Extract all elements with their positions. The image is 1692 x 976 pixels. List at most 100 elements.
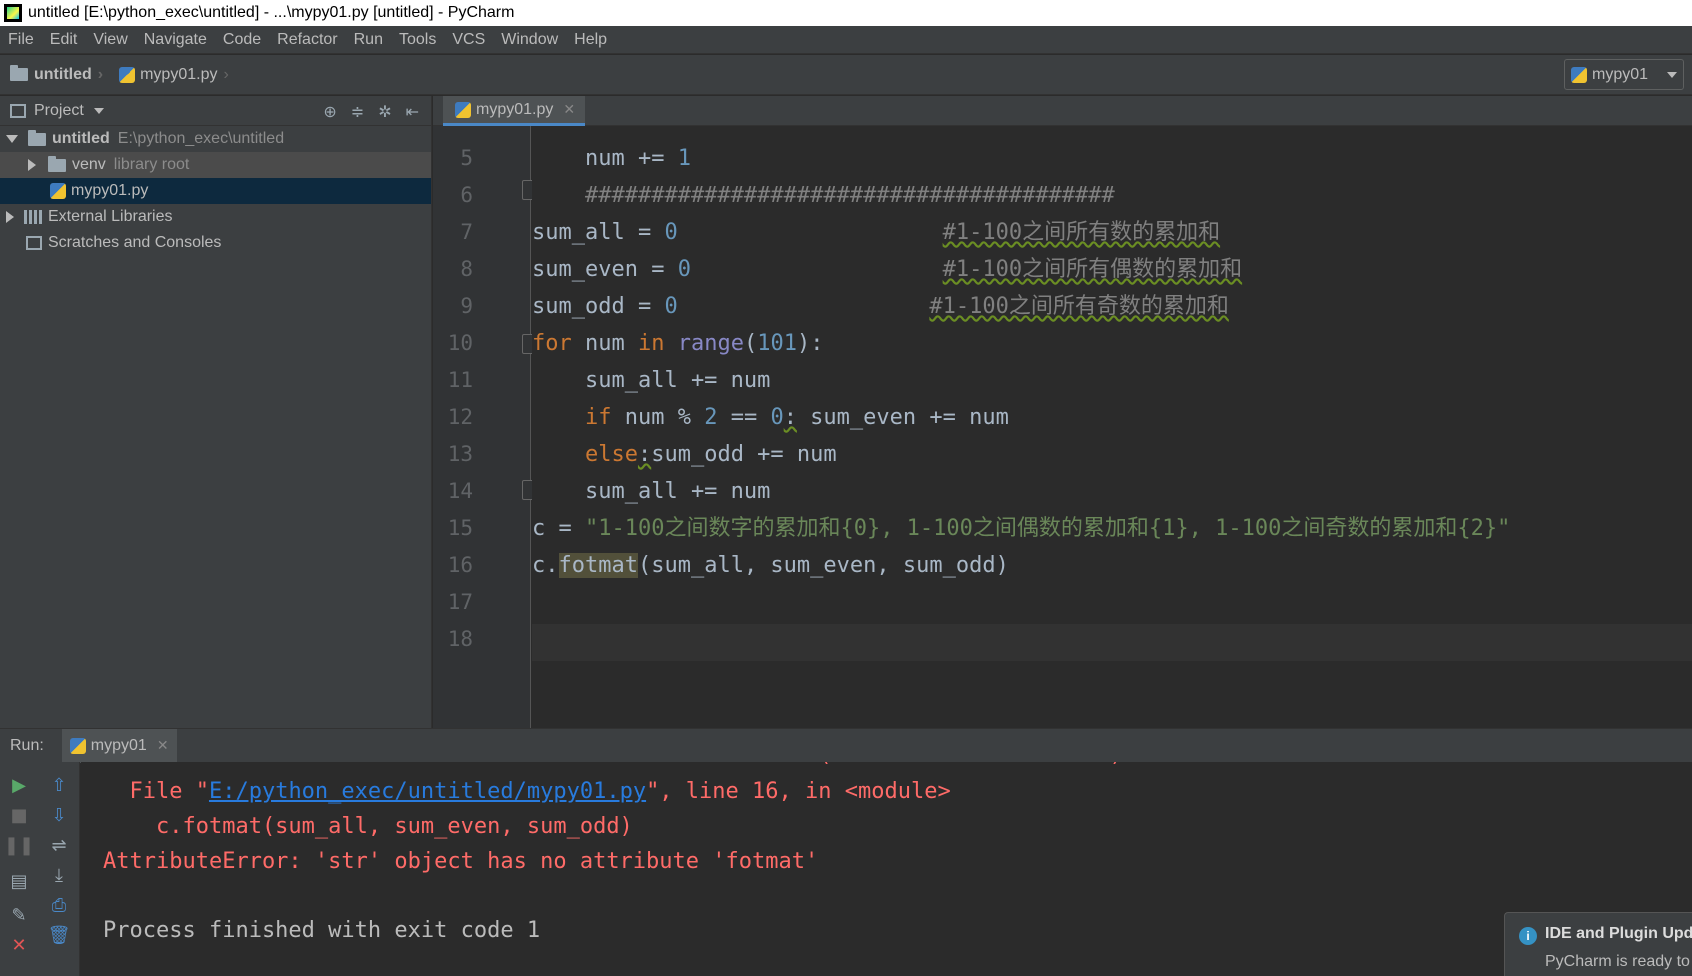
library-icon [24, 210, 42, 224]
menu-bar: File Edit View Navigate Code Refactor Ru… [0, 26, 1692, 54]
line-number: 12 [447, 405, 473, 429]
code-line-5: num += 1 [532, 146, 691, 171]
soft-wrap-icon[interactable]: ⇌ [48, 834, 70, 856]
collapse-arrow-icon[interactable] [6, 211, 14, 223]
line-number: 17 [447, 590, 473, 614]
line-number: 6 [460, 183, 473, 207]
line-number: 16 [447, 553, 473, 577]
python-file-icon [50, 183, 66, 199]
project-toolbar: ⊕ ≑ ✲ ⇤ [323, 102, 419, 122]
collapse-all-icon[interactable]: ≑ [351, 102, 364, 122]
menu-window[interactable]: Window [493, 31, 566, 49]
line-number: 8 [460, 257, 473, 281]
python-file-icon [119, 66, 136, 83]
console-error-line: AttributeError: 'str' object has no attr… [103, 849, 819, 874]
title-bar: untitled [E:\python_exec\untitled] - ...… [0, 0, 1692, 26]
project-tree: untitled E:\python_exec\untitled venv li… [0, 126, 431, 256]
menu-edit[interactable]: Edit [42, 31, 86, 49]
line-number: 15 [447, 516, 473, 540]
console-exit-line: Process finished with exit code 1 [103, 918, 541, 943]
code-line-14: sum_all += num [532, 479, 771, 504]
line-number: 11 [447, 368, 473, 392]
close-icon[interactable]: ✕ [157, 737, 169, 754]
tree-item-external-libraries[interactable]: External Libraries [0, 204, 431, 230]
pin-tab-icon[interactable]: ✎ [8, 904, 30, 926]
expand-arrow-icon[interactable] [6, 135, 18, 143]
trash-icon[interactable]: 🗑 [48, 924, 71, 946]
dump-threads-icon[interactable]: ▤ [8, 870, 30, 892]
project-view-icon [10, 103, 26, 118]
scroll-to-end-icon[interactable]: ⤓ [48, 864, 70, 886]
folder-icon [48, 155, 66, 172]
traceback-file-link[interactable]: E:/python_exec/untitled/mypy01.py [209, 779, 646, 804]
tree-item-mypy01[interactable]: mypy01.py [0, 178, 431, 204]
hide-panel-icon[interactable]: ⇤ [406, 102, 419, 122]
close-icon[interactable]: ✕ [8, 934, 30, 956]
python-icon [1571, 66, 1587, 83]
gear-icon[interactable]: ✲ [378, 102, 391, 122]
console-line: c.fotmat(sum_all, sum_even, sum_odd) [103, 814, 633, 839]
pause-icon[interactable]: ❚❚ [4, 834, 34, 856]
project-view-selector[interactable]: Project [34, 102, 84, 120]
tree-item-venv[interactable]: venv library root [0, 152, 431, 178]
tree-item-untitled[interactable]: untitled E:\python_exec\untitled [0, 126, 431, 152]
folder-icon [10, 65, 28, 81]
run-configuration-dropdown[interactable]: mypy01 [1564, 59, 1684, 90]
line-number: 14 [447, 479, 473, 503]
notification-balloon[interactable]: i IDE and Plugin Upda PyCharm is ready t… [1504, 912, 1692, 976]
menu-view[interactable]: View [85, 31, 135, 49]
run-toolbar: ▶ ■ ❚❚ ▤ ✎ ✕ ⇧ ⇩ ⇌ ⤓ ⎙ 🗑 [0, 762, 80, 976]
breadcrumb-project[interactable]: untitled › [0, 65, 109, 84]
line-number: 5 [460, 146, 473, 170]
run-console-output[interactable]: 0 1 2 3 4 5 6 7 8 9 10 Traceback (most r… [81, 762, 1692, 976]
tree-item-scratches[interactable]: Scratches and Consoles [0, 230, 431, 256]
pycharm-window: untitled [E:\python_exec\untitled] - ...… [0, 0, 1692, 976]
code-line-16: c.fotmat(sum_all, sum_even, sum_odd) [532, 553, 1009, 578]
up-arrow-icon[interactable]: ⇧ [48, 774, 70, 796]
window-title: untitled [E:\python_exec\untitled] - ...… [28, 4, 515, 21]
notification-title: IDE and Plugin Upda [1545, 925, 1692, 942]
print-icon[interactable]: ⎙ [48, 894, 70, 916]
down-arrow-icon[interactable]: ⇩ [48, 804, 70, 826]
menu-vcs[interactable]: VCS [444, 31, 493, 49]
code-editor[interactable]: num += 1 ###############################… [532, 126, 1692, 728]
locate-icon[interactable]: ⊕ [323, 102, 336, 122]
menu-code[interactable]: Code [215, 31, 269, 49]
line-number: 18 [447, 627, 473, 651]
chevron-down-icon[interactable] [93, 107, 104, 114]
project-panel-header: Project ⊕ ≑ ✲ ⇤ [0, 96, 431, 126]
menu-run[interactable]: Run [346, 31, 391, 49]
breadcrumb-file[interactable]: mypy01.py › [109, 66, 235, 84]
line-number: 13 [447, 442, 473, 466]
line-number: 9 [460, 294, 473, 318]
stop-icon[interactable]: ■ [8, 804, 30, 826]
menu-tools[interactable]: Tools [391, 31, 444, 49]
console-line: 0 1 2 3 4 5 6 7 8 9 10 Traceback (most r… [103, 762, 1136, 773]
rerun-icon[interactable]: ▶ [8, 774, 30, 796]
code-line-8: sum_even = 0 #1-100之间所有偶数的累加和 [532, 257, 1243, 282]
code-line-12: if num % 2 == 0: sum_even += num [584, 405, 1009, 430]
python-icon [69, 737, 86, 754]
navigation-bar: untitled › mypy01.py › mypy01 [0, 55, 1692, 95]
close-icon[interactable]: ✕ [563, 101, 575, 118]
collapse-arrow-icon[interactable] [28, 159, 36, 171]
menu-file[interactable]: File [0, 31, 42, 49]
menu-help[interactable]: Help [566, 31, 615, 49]
code-line-11: sum_all += num [532, 368, 771, 393]
code-line-15: c = "1-100之间数字的累加和{0}, 1-100之间偶数的累加和{1},… [532, 516, 1511, 541]
chevron-down-icon [1667, 71, 1677, 78]
line-number: 10 [447, 331, 473, 355]
run-tab-mypy01[interactable]: mypy01 ✕ [61, 728, 177, 763]
scratches-icon [26, 236, 42, 250]
notification-message: PyCharm is ready to u [1545, 953, 1692, 970]
run-label: Run: [10, 736, 44, 754]
pycharm-logo-icon [4, 4, 22, 22]
code-line-9: sum_odd = 0 #1-100之间所有奇数的累加和 [532, 294, 1229, 319]
menu-refactor[interactable]: Refactor [269, 31, 345, 49]
folder-icon [28, 129, 46, 146]
run-panel-header: Run: mypy01 ✕ [0, 728, 1692, 763]
current-line-highlight [532, 624, 1692, 661]
code-line-7: sum_all = 0 #1-100之间所有数的累加和 [532, 220, 1221, 245]
menu-navigate[interactable]: Navigate [136, 31, 215, 49]
line-number: 7 [460, 220, 473, 244]
